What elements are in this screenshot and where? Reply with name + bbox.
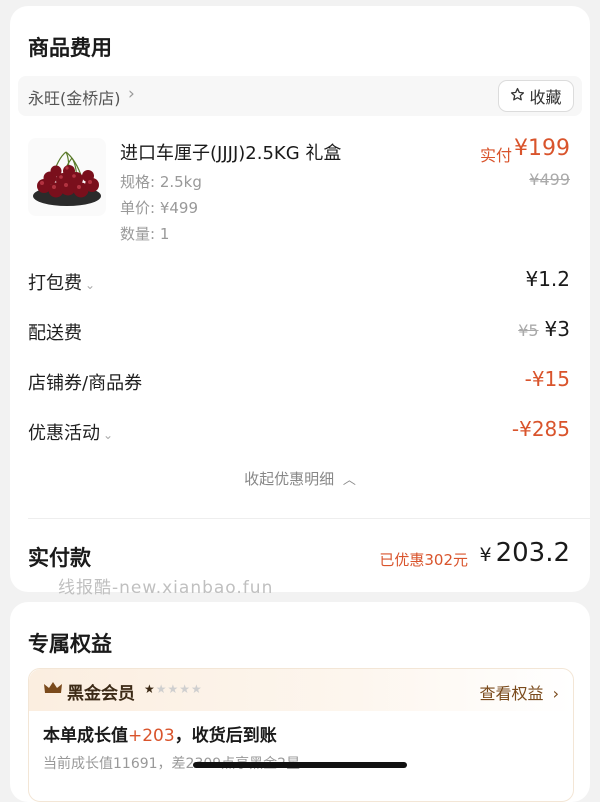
benefits-card: 专属权益 黑金会员 ★★★★★ 查看权益 › 本单成长值+203，收货后到账 当… [10,602,590,802]
delivery-fee-amount: ¥3 [544,317,570,341]
promotion-text: 优惠活动 [28,423,100,444]
growth-suffix: ，收货后到账 [174,726,277,746]
total-label: 实付款 [28,546,91,570]
star-filled-icon: ★ [144,682,156,696]
home-indicator [193,762,407,768]
crown-icon [43,680,63,700]
product-spec: 规格: 2.5kg [120,173,202,191]
member-title: 黑金会员 [67,684,135,704]
divider [28,518,590,519]
product-image[interactable] [28,138,106,216]
packing-fee-label[interactable]: 打包费 ⌄ [28,269,95,295]
benefits-title: 专属权益 [28,632,112,656]
paid-price: ¥199 [514,136,570,161]
packing-fee-text: 打包费 [28,273,82,294]
original-price: ¥499 [529,170,570,189]
chevron-up-icon: ︿ [342,473,356,488]
store-name[interactable]: 永旺(金桥店) [28,85,121,109]
paid-label: 实付 [479,146,512,165]
favorite-label: 收藏 [529,88,562,107]
collapse-label: 收起优惠明细 [244,470,335,488]
promotion-value: -¥285 [511,417,570,441]
star-empty-icon: ★★★★ [155,682,203,696]
coupon-value: -¥15 [524,367,570,391]
product-quantity: 数量: 1 [120,225,170,243]
watermark: 线报酷-new.xianbao.fun [58,578,274,598]
member-benefit-box[interactable]: 黑金会员 ★★★★★ 查看权益 › 本单成长值+203，收货后到账 当前成长值1… [28,668,574,802]
total-saved: 已优惠302元 [379,551,468,569]
product-name[interactable]: 进口车厘子(JJJJ)2.5KG 礼盒 [120,139,341,165]
chevron-down-icon: ⌄ [85,278,96,292]
delivery-fee-original: ¥5 [518,321,539,340]
chevron-down-icon: ⌄ [103,428,114,442]
view-benefits-link[interactable]: 查看权益 › [479,680,559,704]
growth-value: +203 [128,726,175,746]
fees-card: 商品费用 永旺(金桥店) › 收藏 进口车厘子(JJJJ)2.5KG 礼盒 规格… [10,6,590,598]
collapse-discount-detail[interactable]: 收起优惠明细 ︿ [10,468,590,489]
currency-symbol: ¥ [479,544,492,566]
coupon-label: 店铺券/商品券 [28,373,143,394]
member-header: 黑金会员 ★★★★★ 查看权益 › [29,669,573,711]
view-benefits-label: 查看权益 [479,684,544,703]
delivery-fee-label: 配送费 [28,323,82,344]
fees-title: 商品费用 [28,36,112,60]
total-amount: ¥203.2 [479,538,570,568]
delivery-fee-value: ¥5 ¥3 [518,317,570,341]
growth-prefix: 本单成长值 [43,726,128,746]
star-outline-icon [510,87,525,106]
chevron-right-icon: › [128,84,135,104]
product-unit-price: 单价: ¥499 [120,199,198,217]
packing-fee-value: ¥1.2 [525,267,570,291]
store-bar[interactable]: 永旺(金桥店) › 收藏 [18,76,582,116]
favorite-button[interactable]: 收藏 [498,80,574,112]
chevron-right-icon: › [552,684,559,703]
growth-line: 本单成长值+203，收货后到账 [43,721,277,746]
member-stars: ★★★★★ [144,682,203,696]
promotion-label[interactable]: 优惠活动 ⌄ [28,419,113,445]
total-number: 203.2 [495,538,570,568]
